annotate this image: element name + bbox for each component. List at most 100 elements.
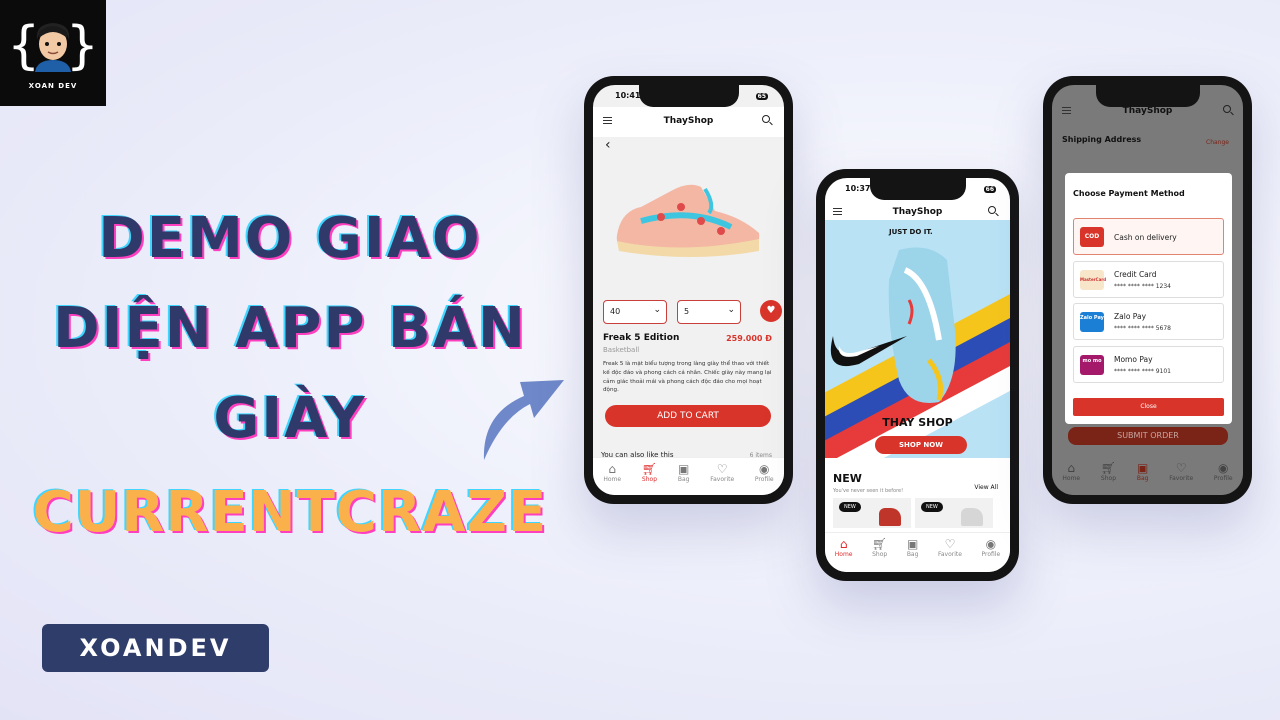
brand-name: CURRENTCRAZE	[32, 480, 548, 545]
view-all-link[interactable]: View All	[974, 484, 998, 491]
bag-icon: ▣	[1136, 461, 1149, 475]
home-icon: ⌂	[839, 537, 848, 551]
tab-shop[interactable]: 🛒︎ Shop	[1101, 461, 1116, 495]
app-title: ThayShop	[663, 116, 714, 126]
xoandev-badge: XOANDEV	[42, 624, 269, 672]
size-select[interactable]: 40 ⌄	[603, 300, 667, 324]
tab-profile[interactable]: ◉ Profile	[1214, 461, 1233, 495]
battery-indicator: 65	[755, 93, 768, 100]
tab-label: Home	[1062, 475, 1081, 482]
tab-label: Favorite	[1169, 475, 1194, 482]
new-section-subtitle: You've never seen it before!	[833, 488, 904, 494]
avatar-icon	[35, 23, 71, 72]
logo-caption: XOAN DEV	[28, 82, 78, 90]
nike-swoosh-icon	[830, 336, 907, 367]
tab-favorite[interactable]: ♡ Favorite	[1169, 461, 1193, 495]
heart-icon: ♡	[944, 537, 956, 551]
tab-label: Favorite	[937, 551, 962, 558]
product-name: Freak 5 Edition	[603, 333, 680, 343]
tab-label: Shop	[872, 551, 888, 558]
cod-icon: COD	[1080, 227, 1104, 247]
notch	[869, 178, 966, 200]
tab-label: Home	[834, 551, 853, 558]
search-icon[interactable]	[762, 115, 770, 123]
payment-screen: ThayShop Shipping Address Change Choose …	[1052, 85, 1243, 495]
back-arrow-icon[interactable]: ‹	[605, 137, 611, 153]
favorite-button[interactable]: ♥	[760, 300, 782, 322]
tab-favorite[interactable]: ♡ Favorite	[710, 462, 734, 495]
heart-icon: ♡	[716, 462, 728, 476]
size-value: 40	[610, 307, 621, 316]
cart-icon: 🛒︎	[641, 462, 658, 476]
tab-shop[interactable]: 🛒︎ Shop	[872, 537, 887, 572]
change-address-link[interactable]: Change	[1206, 139, 1229, 146]
tab-profile[interactable]: ◉ Profile	[755, 462, 774, 495]
payment-option-cod[interactable]: COD Cash on delivery	[1073, 218, 1224, 255]
tab-label: Bag	[906, 551, 919, 558]
phone-home: 10:37 66 ThayShop JUST DO IT. THAY SHOP …	[816, 169, 1019, 581]
notch	[638, 85, 739, 107]
zalopay-icon: Zalo Pay	[1080, 312, 1104, 332]
heart-icon: ♥	[766, 305, 776, 316]
tab-bag[interactable]: ▣ Bag	[1137, 461, 1149, 495]
cart-icon: 🛒︎	[872, 537, 888, 551]
chevron-down-icon: ⌄	[727, 305, 735, 315]
payment-name: Momo Pay	[1114, 355, 1153, 364]
new-tag: NEW	[839, 502, 861, 512]
payment-option-credit-card[interactable]: MasterCard Credit Card **** **** **** 12…	[1073, 261, 1224, 298]
product-card[interactable]: NEW	[833, 498, 911, 528]
tab-label: Home	[603, 476, 622, 483]
status-time: 10:37	[845, 184, 871, 193]
card-number: **** **** **** 1234	[1114, 283, 1171, 290]
bag-icon: ▣	[906, 537, 919, 551]
battery-indicator: 66	[983, 186, 996, 193]
product-category: Basketball	[603, 346, 640, 354]
momo-icon: mo mo	[1080, 355, 1104, 375]
tab-shop[interactable]: 🛒︎ Shop	[642, 462, 657, 495]
shop-now-button[interactable]: SHOP NOW	[875, 436, 967, 454]
tab-label: Bag	[1136, 475, 1149, 482]
tab-bag[interactable]: ▣ Bag	[907, 537, 919, 572]
app-title: ThayShop	[892, 207, 943, 217]
tab-label: Profile	[754, 476, 774, 483]
sneaker-thumbnail	[961, 508, 983, 526]
payment-option-momo[interactable]: mo mo Momo Pay **** **** **** 9101	[1073, 346, 1224, 383]
heart-icon: ♡	[1175, 461, 1187, 475]
home-icon: ⌂	[608, 462, 617, 476]
payment-name: Credit Card	[1114, 270, 1157, 279]
phone-product-detail: 10:41 65 ThayShop ‹ 40 ⌄ 5 ⌄ ♥ Freak 5 E…	[584, 76, 793, 504]
tab-home[interactable]: ⌂ Home	[603, 462, 621, 495]
tab-home[interactable]: ⌂ Home	[1062, 461, 1080, 495]
new-tag: NEW	[921, 502, 943, 512]
phone-payment: ThayShop Shipping Address Change Choose …	[1043, 76, 1252, 504]
add-to-cart-button[interactable]: ADD TO CART	[605, 405, 771, 427]
tab-profile[interactable]: ◉ Profile	[982, 537, 1001, 572]
quantity-value: 5	[684, 307, 690, 316]
search-icon[interactable]	[988, 206, 996, 214]
mastercard-icon: MasterCard	[1080, 270, 1106, 290]
app-title: ThayShop	[1122, 106, 1173, 116]
headline-line-2: DIỆN APP BÁN	[53, 296, 527, 361]
quantity-select[interactable]: 5 ⌄	[677, 300, 741, 324]
tab-bag[interactable]: ▣ Bag	[678, 462, 690, 495]
cart-icon: 🛒︎	[1100, 461, 1117, 475]
search-icon[interactable]	[1223, 105, 1231, 113]
bag-icon: ▣	[677, 462, 690, 476]
xoandev-logo: { } XOAN DEV	[0, 0, 106, 106]
product-price: 259.000 Đ	[726, 334, 772, 343]
card-number: **** **** **** 5678	[1114, 325, 1171, 332]
tab-favorite[interactable]: ♡ Favorite	[938, 537, 962, 572]
tab-home[interactable]: ⌂ Home	[835, 537, 853, 572]
close-button[interactable]: Close	[1073, 398, 1224, 416]
tab-bar: ⌂ Home 🛒︎ Shop ▣ Bag ♡ Favorite ◉ Profile	[825, 532, 1010, 572]
notch	[1095, 85, 1200, 107]
tab-label: Profile	[1213, 475, 1233, 482]
product-description: Freak 5 là mặt biểu tượng trong làng già…	[603, 361, 772, 394]
shipping-address-heading: Shipping Address	[1062, 135, 1142, 144]
payment-option-zalopay[interactable]: Zalo Pay Zalo Pay **** **** **** 5678	[1073, 303, 1224, 340]
profile-icon: ◉	[985, 537, 997, 551]
just-do-it-text: JUST DO IT.	[889, 228, 933, 236]
submit-order-button[interactable]: SUBMIT ORDER	[1068, 427, 1228, 445]
product-card[interactable]: NEW	[915, 498, 993, 528]
hero-banner[interactable]: JUST DO IT. THAY SHOP SHOP NOW	[825, 220, 1010, 458]
